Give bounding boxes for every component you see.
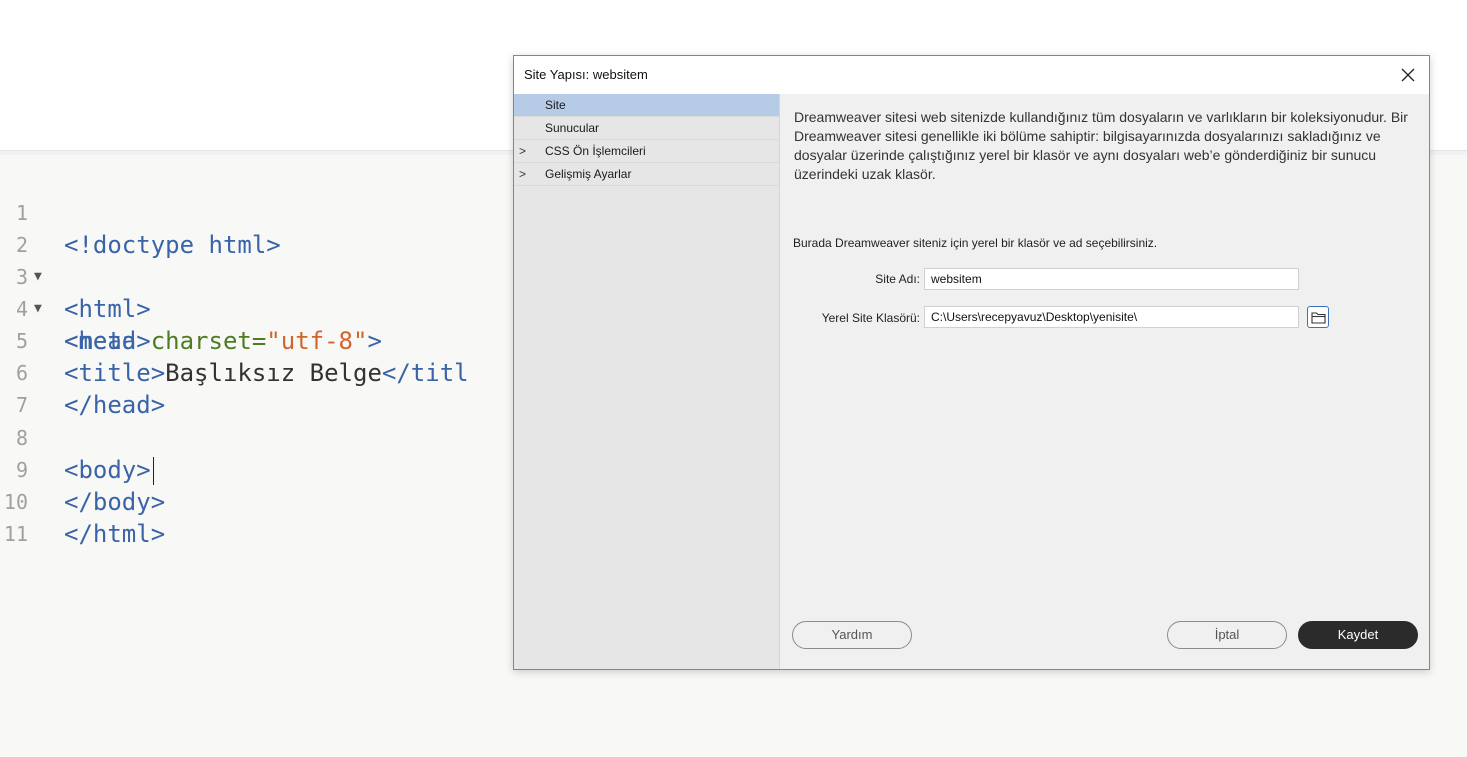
code-line: 3 ▼ <head> <box>0 229 151 355</box>
site-setup-dialog: Site Yapısı: websitem Site Sunucular > C… <box>513 55 1430 670</box>
code-line: 6 </head> <box>0 325 165 419</box>
dialog-sidebar: Site Sunucular > CSS Ön İşlemcileri > Ge… <box>514 94 780 669</box>
code-line: 5 <title>Başlıksız Belge</titl <box>0 293 469 387</box>
code-line: 7 <box>0 357 58 417</box>
dialog-content: Dreamweaver sitesi web sitenizde kulland… <box>780 94 1429 669</box>
local-folder-label: Yerel Site Klasörü: <box>821 311 920 325</box>
code-line: 1 <!doctype html> <box>0 165 281 259</box>
sidebar-item-label: Site <box>545 98 566 112</box>
code-text: </head> <box>64 391 166 419</box>
dialog-titlebar[interactable]: Site Yapısı: websitem <box>514 56 1429 94</box>
line-number: 11 <box>3 522 28 546</box>
code-line: 11 <box>0 486 58 546</box>
code-tag: <body> <box>64 456 151 484</box>
site-description: Dreamweaver sitesi web sitenizde kulland… <box>794 109 1408 182</box>
text-caret <box>152 457 154 485</box>
sidebar-item-label: CSS Ön İşlemcileri <box>545 144 646 158</box>
browse-folder-button[interactable] <box>1307 306 1329 328</box>
sidebar-item-label: Sunucular <box>545 121 600 135</box>
code-tag: > <box>367 327 382 355</box>
site-name-input[interactable]: websitem <box>924 268 1299 290</box>
code-text: </body> <box>64 488 166 516</box>
code-content: Başlıksız Belge <box>165 359 382 387</box>
sidebar-item-label: Gelişmiş Ayarlar <box>545 167 632 181</box>
chevron-right-icon[interactable]: > <box>519 140 526 162</box>
help-button[interactable]: Yardım <box>792 621 912 649</box>
local-folder-input[interactable]: C:\Users\recepyavuz\Desktop\yenisite\ <box>924 306 1299 328</box>
code-text: <body> <box>64 454 154 486</box>
code-line: 4 <meta charset="utf-8"> <box>0 261 382 355</box>
code-string: "utf-8" <box>266 327 368 355</box>
chevron-right-icon[interactable]: > <box>519 163 526 185</box>
site-name-label: Site Adı: <box>875 272 920 286</box>
code-text: <html> <box>64 295 151 323</box>
code-text: <meta charset="utf-8"> <box>64 325 382 357</box>
dialog-title: Site Yapısı: websitem <box>524 67 648 82</box>
code-tag: <meta <box>64 327 151 355</box>
code-line: 2 ▼ <html> <box>0 197 151 323</box>
folder-icon <box>1311 312 1326 324</box>
code-attribute: charset= <box>150 327 267 355</box>
cancel-button[interactable]: İptal <box>1167 621 1287 649</box>
code-text: <!doctype html> <box>64 231 281 259</box>
save-button[interactable]: Kaydet <box>1298 621 1418 649</box>
sidebar-item-advanced-settings[interactable]: > Gelişmiş Ayarlar <box>514 163 779 186</box>
code-text: <title>Başlıksız Belge</titl <box>64 357 469 389</box>
sidebar-item-site[interactable]: Site <box>514 94 779 117</box>
code-tag: </titl <box>381 359 469 387</box>
close-icon[interactable] <box>1397 64 1419 86</box>
code-tag: <title> <box>64 359 166 387</box>
sidebar-item-servers[interactable]: Sunucular <box>514 117 779 140</box>
code-line: 8 <body> <box>0 390 154 485</box>
code-text: </html> <box>64 520 166 548</box>
code-line: 9 </body> <box>0 422 165 516</box>
sidebar-item-css-preprocessors[interactable]: > CSS Ön İşlemcileri <box>514 140 779 163</box>
folder-hint-text: Burada Dreamweaver siteniz için yerel bi… <box>793 236 1158 250</box>
code-line: 10 </html> <box>0 454 165 548</box>
